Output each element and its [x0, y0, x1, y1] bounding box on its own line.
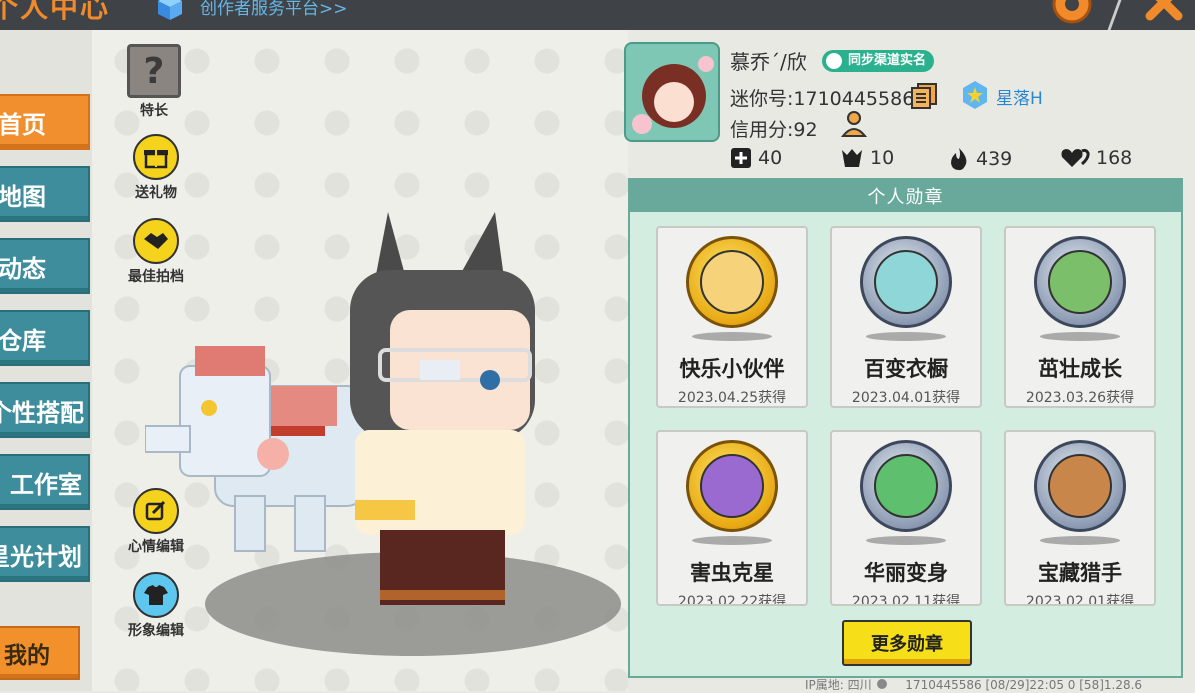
likes-stat[interactable]: 168 — [1060, 147, 1132, 169]
rank-star-icon[interactable] — [960, 80, 990, 110]
credit-person-icon[interactable] — [840, 110, 870, 138]
nav-item-outfit[interactable]: 个性搭配 — [0, 382, 90, 438]
flame-icon — [951, 148, 967, 171]
badge-date: 2023.04.25获得 — [677, 390, 787, 406]
rank-label[interactable]: 星落H — [996, 84, 1043, 109]
friends-stat[interactable]: 40 — [730, 147, 782, 169]
badge-name: 茁壮成长 — [1038, 357, 1122, 381]
mine-button[interactable]: 我的 — [0, 626, 80, 680]
badge-name: 百变衣橱 — [864, 357, 948, 381]
cube-icon[interactable] — [155, 0, 185, 22]
specialty-label: 特长 — [140, 103, 168, 119]
badge-name: 华丽变身 — [864, 561, 948, 585]
growth-medal-icon — [1034, 236, 1126, 328]
verified-person-icon — [826, 53, 842, 69]
transformation-medal-icon — [860, 440, 952, 532]
nav-item-studio[interactable]: 工作室 — [0, 454, 90, 510]
send-gift-label: 送礼物 — [135, 185, 177, 201]
fans-count: 10 — [870, 147, 895, 169]
player-character[interactable] — [310, 210, 540, 615]
nav-item-home[interactable]: 首页 — [0, 94, 90, 150]
badge-date: 2023.02.22获得 — [677, 594, 787, 606]
nickname: 慕乔ˊ/欣 — [730, 50, 807, 74]
credit-score: 信用分:92 — [730, 119, 818, 141]
question-icon: ? — [127, 44, 181, 98]
medal-shadow — [1040, 332, 1120, 341]
status-line: 1710445586 [08/29]22:05 0 [58]1.28.6 — [905, 678, 1143, 692]
verified-badge-label: 同步渠道实名 — [848, 53, 927, 68]
badge-card[interactable]: 华丽变身 2023.02.11获得 — [830, 430, 982, 606]
medal-shadow — [692, 536, 772, 545]
hearts-icon — [1061, 148, 1090, 167]
wardrobe-medal-icon — [860, 236, 952, 328]
send-gift-button[interactable]: 送礼物 — [116, 134, 196, 202]
badge-date: 2023.02.01获得 — [1025, 594, 1135, 606]
badges-panel: 个人勋章 快乐小伙伴 2023.04.25获得 百变衣橱 2023.04.01获… — [628, 178, 1183, 678]
badge-date: 2023.02.11获得 — [851, 594, 961, 606]
medal-shadow — [1040, 536, 1120, 545]
badge-date: 2023.04.01获得 — [851, 390, 961, 406]
badges-panel-title: 个人勋章 — [630, 180, 1181, 212]
treasure-hunter-medal-icon — [1034, 440, 1126, 532]
badge-card[interactable]: 宝藏猎手 2023.02.01获得 — [1004, 430, 1156, 606]
badge-card[interactable]: 快乐小伙伴 2023.04.25获得 — [656, 226, 808, 408]
add-friend-icon — [731, 148, 751, 168]
badge-name: 宝藏猎手 — [1038, 561, 1122, 585]
image-edit-button[interactable]: 形象编辑 — [116, 572, 196, 640]
outfit-icon — [133, 572, 179, 618]
medal-shadow — [866, 332, 946, 341]
badge-card[interactable]: 茁壮成长 2023.03.26获得 — [1004, 226, 1156, 408]
happy-buddy-medal-icon — [686, 236, 778, 328]
badge-card[interactable]: 百变衣橱 2023.04.01获得 — [830, 226, 982, 408]
medal-shadow — [692, 332, 772, 341]
avatar[interactable] — [624, 42, 720, 142]
pest-buster-medal-icon — [686, 440, 778, 532]
popularity-count: 439 — [976, 148, 1013, 170]
ip-location: IP属地: 四川 — [805, 678, 872, 692]
best-partner-label: 最佳拍档 — [128, 269, 184, 285]
profile-header: 慕乔ˊ/欣 同步渠道实名 迷你号:1710445586 星落H 信用分:92 4… — [620, 40, 1195, 175]
copy-icon[interactable] — [910, 82, 938, 110]
badge-name: 害虫克星 — [690, 561, 774, 585]
nav-item-starlight[interactable]: 星光计划 — [0, 526, 90, 582]
medal-shadow — [866, 536, 946, 545]
badge-date: 2023.03.26获得 — [1025, 390, 1135, 406]
close-icon[interactable] — [1142, 0, 1186, 24]
fans-stat[interactable]: 10 — [840, 147, 894, 169]
footer-status: IP属地: 四川 1710445586 [08/29]22:05 0 [58]1… — [805, 676, 1142, 693]
topbar-divider — [1107, 0, 1122, 30]
nav-item-feed[interactable]: 动态 — [0, 238, 90, 294]
page-title: 个人中心 — [0, 0, 111, 24]
best-partner-button[interactable]: 最佳拍档 — [116, 218, 196, 286]
avatar-portrait — [632, 56, 714, 134]
verified-badge: 同步渠道实名 — [822, 50, 935, 72]
badge-name: 快乐小伙伴 — [679, 357, 785, 381]
more-badges-button[interactable]: 更多勋章 — [842, 620, 972, 666]
left-nav: 首页 地图 动态 仓库 个性搭配 工作室 星光计划 我的 — [0, 30, 92, 691]
friends-count: 40 — [758, 147, 783, 169]
gear-icon[interactable] — [1048, 0, 1096, 28]
likes-count: 168 — [1096, 147, 1133, 169]
fans-icon — [842, 149, 862, 167]
mini-id: 迷你号:1710445586 — [730, 88, 915, 110]
gift-icon — [133, 134, 179, 180]
creator-service-link[interactable]: 创作者服务平台>> — [200, 0, 348, 19]
top-bar: 个人中心 创作者服务平台>> — [0, 0, 1195, 30]
image-edit-label: 形象编辑 — [128, 623, 184, 639]
badge-card[interactable]: 害虫克星 2023.02.22获得 — [656, 430, 808, 606]
handshake-icon — [133, 218, 179, 264]
nav-item-warehouse[interactable]: 仓库 — [0, 310, 90, 366]
info-icon[interactable] — [877, 679, 888, 689]
popularity-stat[interactable]: 439 — [948, 147, 1012, 171]
nav-item-maps[interactable]: 地图 — [0, 166, 90, 222]
specialty-button[interactable]: ? 特长 — [114, 44, 194, 120]
